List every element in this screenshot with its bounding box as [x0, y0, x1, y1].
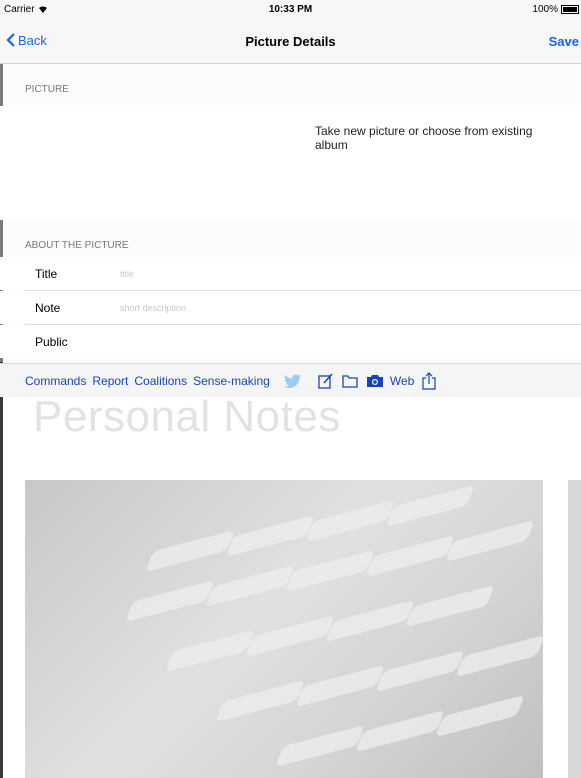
title-row[interactable]: Title	[0, 257, 581, 290]
status-bar: Carrier 10:33 PM 100%	[0, 0, 581, 20]
commands-link[interactable]: Commands	[25, 374, 86, 388]
camera-icon[interactable]	[366, 374, 384, 388]
picture-details-form: PICTURE Take new picture or choose from …	[0, 64, 581, 362]
report-link[interactable]: Report	[92, 374, 128, 388]
picture-picker-cell[interactable]: Take new picture or choose from existing…	[0, 106, 581, 220]
web-link[interactable]: Web	[390, 374, 414, 388]
twitter-icon[interactable]	[283, 373, 302, 388]
page-title: Picture Details	[245, 34, 336, 49]
save-button[interactable]: Save	[549, 34, 579, 49]
battery-percent: 100%	[532, 4, 558, 15]
battery-icon	[561, 5, 579, 14]
folder-icon[interactable]	[342, 374, 358, 388]
note-row[interactable]: Note	[0, 291, 581, 324]
note-label: Note	[35, 301, 61, 315]
coalitions-link[interactable]: Coalitions	[134, 374, 187, 388]
status-right: 100%	[532, 4, 579, 15]
background-title: Personal Notes	[33, 392, 341, 441]
navigation-bar: Back Picture Details Save	[0, 20, 581, 64]
compose-icon[interactable]	[318, 373, 334, 389]
background-keys	[25, 480, 543, 778]
title-input[interactable]	[120, 266, 500, 282]
about-section-header: ABOUT THE PICTURE	[25, 240, 129, 251]
sense-making-link[interactable]: Sense-making	[193, 374, 270, 388]
picture-hint: Take new picture or choose from existing…	[315, 124, 533, 152]
public-label: Public	[35, 335, 68, 349]
share-icon[interactable]	[422, 371, 436, 390]
public-row[interactable]: Public	[0, 325, 581, 358]
background-photo-right	[568, 480, 581, 778]
bottom-toolbar: Commands Report Coalitions Sense-making …	[0, 363, 581, 397]
note-input[interactable]	[120, 300, 500, 316]
picture-section-header: PICTURE	[25, 84, 69, 95]
title-label: Title	[35, 267, 58, 281]
status-time: 10:33 PM	[268, 4, 313, 15]
